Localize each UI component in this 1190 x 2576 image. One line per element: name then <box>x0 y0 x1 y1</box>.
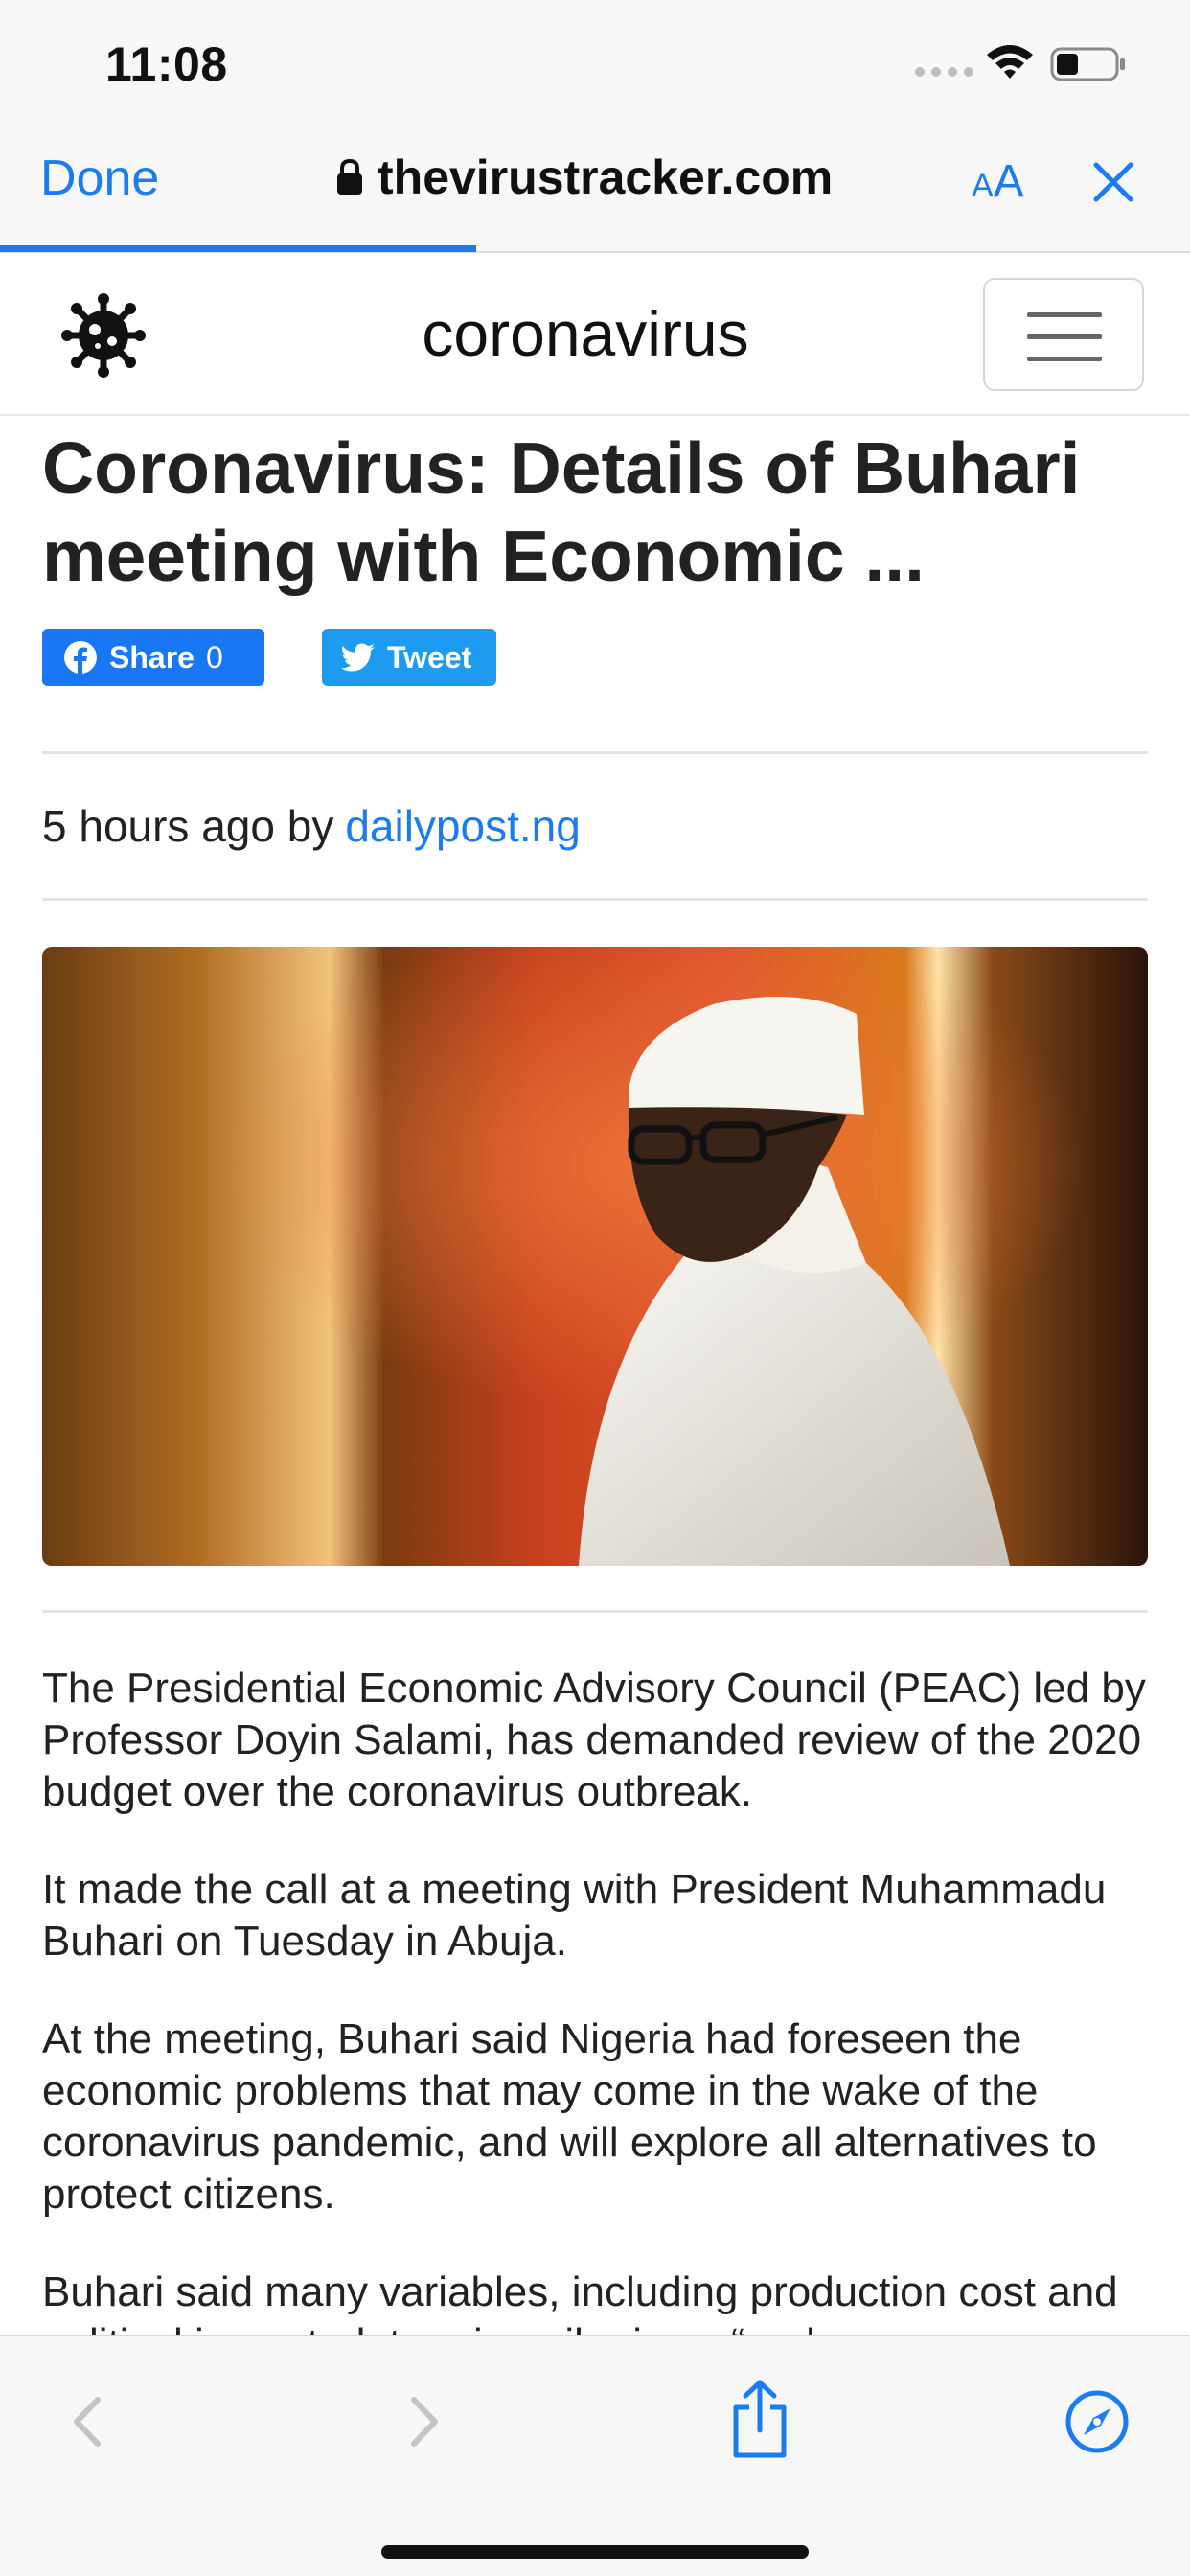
back-icon[interactable] <box>56 2388 123 2455</box>
text-size-button[interactable]: AA <box>972 155 1024 208</box>
article: Coronavirus: Details of Buhari meeting w… <box>42 416 1148 2370</box>
twitter-bird-icon <box>341 643 375 672</box>
bottom-toolbar <box>0 2334 1190 2576</box>
facebook-share-button[interactable]: Share 0 <box>42 629 264 686</box>
divider <box>42 898 1148 901</box>
facebook-icon <box>64 641 97 674</box>
article-paragraph: It made the call at a meeting with Presi… <box>42 1866 1107 1965</box>
article-meta: 5 hours ago by dailypost.ng <box>42 754 1148 898</box>
status-time: 11:08 <box>105 37 228 91</box>
close-icon[interactable] <box>1087 155 1140 209</box>
status-bar: 11:08 <box>0 0 1190 126</box>
lock-icon <box>337 158 362 195</box>
text-size-large-a: A <box>993 156 1024 207</box>
article-paragraph: The Presidential Economic Advisory Counc… <box>42 1665 1146 1815</box>
forward-icon[interactable] <box>389 2388 456 2455</box>
share-row: Share 0 Tweet <box>42 629 1148 688</box>
battery-icon <box>1050 47 1125 81</box>
facebook-share-label: Share <box>109 639 195 675</box>
tweet-label: Tweet <box>387 639 472 675</box>
article-photo <box>42 947 1148 1566</box>
site-header: coronavirus <box>0 255 1190 416</box>
browser-toolbar: Done thevirustracker.com AA <box>0 126 1190 253</box>
tweet-button[interactable]: Tweet <box>322 629 496 686</box>
source-link[interactable]: dailypost.ng <box>345 800 581 852</box>
url-text: thevirustracker.com <box>378 150 834 204</box>
page-load-progress <box>0 245 476 252</box>
address-bar[interactable]: thevirustracker.com <box>335 150 833 205</box>
page: 11:08 Done thevirustracker.com AA corona… <box>0 0 1190 2576</box>
compass-icon[interactable] <box>1064 2388 1131 2455</box>
menu-button[interactable] <box>983 278 1144 391</box>
article-paragraph: At the meeting, Buhari said Nigeria had … <box>42 2015 1097 2218</box>
article-time-byline: 5 hours ago by <box>42 801 334 851</box>
text-size-small-a: A <box>972 168 994 204</box>
buhari-portrait-image <box>42 947 1148 1566</box>
facebook-share-count: 0 <box>205 639 223 675</box>
done-button[interactable]: Done <box>40 150 159 207</box>
share-icon[interactable] <box>726 2379 793 2459</box>
divider <box>42 1610 1148 1613</box>
cellular-signal-icon <box>915 67 973 77</box>
article-headline: Coronavirus: Details of Buhari meeting w… <box>42 427 1081 596</box>
home-indicator <box>381 2545 809 2559</box>
wifi-icon <box>987 45 1033 79</box>
